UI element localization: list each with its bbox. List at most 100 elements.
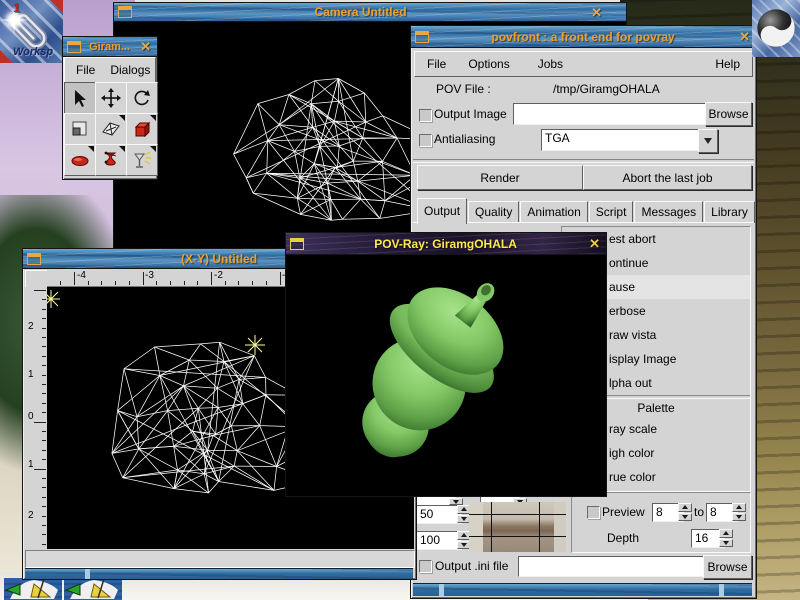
ruler-tick <box>101 281 102 285</box>
close-icon[interactable]: ✕ <box>591 6 602 19</box>
ruler-tick <box>42 346 46 347</box>
xy-resize-bar[interactable] <box>25 568 413 579</box>
pov-file-value: /tmp/GiramgOHALA <box>553 82 660 96</box>
tab-script[interactable]: Script <box>589 201 634 223</box>
output-ini-checkbox[interactable] <box>419 560 432 573</box>
antialiasing-checkbox[interactable] <box>419 134 432 147</box>
close-icon[interactable]: ✕ <box>739 30 750 43</box>
ruler-label: -2 <box>214 270 223 281</box>
light-source-icon <box>47 290 60 308</box>
window-menu-icon[interactable] <box>290 238 304 250</box>
crop-guide-line[interactable] <box>469 536 566 537</box>
ruler-tick <box>34 290 46 291</box>
render-region-thumbnail[interactable] <box>469 502 566 552</box>
plane-icon <box>101 119 121 139</box>
giram-toolbox-window: Giram... ✕ File Dialogs <box>62 36 158 180</box>
render-button[interactable]: Render <box>417 165 583 190</box>
ruler-label: 2 <box>28 510 34 521</box>
tool-move-button[interactable] <box>95 82 127 114</box>
tab-library[interactable]: Library <box>704 201 755 223</box>
tool-select-button[interactable] <box>64 82 96 114</box>
crop-guide-line[interactable] <box>539 502 540 552</box>
region-start-input[interactable]: 50 <box>416 505 462 524</box>
browse-ini-button[interactable]: Browse <box>703 555 752 579</box>
preview-label: Preview <box>602 505 645 519</box>
ruler-tick <box>42 459 46 460</box>
povray-titlebar[interactable]: POV-Ray: GiramgOHALA ✕ <box>286 233 606 255</box>
pov-file-label: POV File : <box>436 82 491 96</box>
camera-titlebar[interactable]: Camera Untitled ✕ <box>114 3 626 22</box>
tab-output[interactable]: Output <box>417 198 467 224</box>
rotate-icon <box>132 88 152 108</box>
depth-spinner[interactable] <box>719 529 733 547</box>
output-ini-label: Output .ini file <box>435 559 508 573</box>
wharf-logo-button[interactable] <box>752 0 800 57</box>
povfront-resize-bar[interactable] <box>413 583 752 596</box>
window-menu-icon[interactable] <box>118 6 132 18</box>
toolbox-title: Giram... <box>85 41 134 53</box>
tool-box-button[interactable] <box>126 113 158 145</box>
region-end-input[interactable]: 100 <box>416 531 462 550</box>
output-ini-input[interactable] <box>518 556 708 577</box>
povray-window-title: POV-Ray: GiramgOHALA <box>308 237 583 251</box>
tab-quality[interactable]: Quality <box>468 201 519 223</box>
pager-corner-arrow-icon <box>0 50 13 63</box>
resize-grip[interactable] <box>439 584 444 596</box>
ruler-tick <box>42 328 46 329</box>
ruler-tick <box>42 318 46 319</box>
tool-scale-button[interactable] <box>64 113 96 145</box>
iconified-window-boat[interactable] <box>64 578 122 600</box>
ruler-tick <box>197 281 198 285</box>
resize-grip[interactable] <box>719 584 724 596</box>
tab-messages[interactable]: Messages <box>634 201 703 223</box>
preview-checkbox[interactable] <box>587 506 600 519</box>
resize-grip[interactable] <box>85 569 90 579</box>
chevron-down-icon <box>704 138 712 144</box>
window-menu-icon[interactable] <box>27 253 41 265</box>
render-output-viewport <box>286 255 606 496</box>
window-menu-icon[interactable] <box>415 31 429 43</box>
format-combo-input[interactable]: TGA <box>541 129 702 151</box>
browse-output-button[interactable]: Browse <box>705 102 752 126</box>
output-image-input[interactable] <box>513 103 711 125</box>
crop-guide-line[interactable] <box>469 514 566 515</box>
iconified-window-boat[interactable] <box>4 578 62 600</box>
tool-rotate-button[interactable] <box>126 82 158 114</box>
povray-render-window: POV-Ray: GiramgOHALA ✕ <box>285 232 607 497</box>
preview-to-spinner[interactable] <box>732 503 746 521</box>
close-icon[interactable]: ✕ <box>140 40 151 53</box>
tool-light-button[interactable] <box>126 144 158 176</box>
abort-button[interactable]: Abort the last job <box>583 165 752 190</box>
ruler-tick <box>252 281 253 285</box>
toolbox-menubar: File Dialogs <box>64 57 156 83</box>
preview-from-spinner[interactable] <box>678 503 692 521</box>
close-icon[interactable]: ✕ <box>589 237 600 250</box>
horizontal-scrollbar[interactable] <box>25 550 415 568</box>
crop-guide-line[interactable] <box>491 502 492 552</box>
ruler-tick <box>42 403 46 404</box>
ruler-tick <box>42 506 46 507</box>
desktop: Camera Untitled ✕ 1 Worksp Giram... ✕ Fi… <box>0 0 800 600</box>
toolbox-titlebar[interactable]: Giram... ✕ <box>63 37 157 57</box>
vertical-ruler: 321012 <box>25 287 48 549</box>
menu-file[interactable]: File <box>72 61 99 79</box>
workspace-pager[interactable]: 1 Worksp <box>0 0 63 63</box>
tool-plane-button[interactable] <box>95 113 127 145</box>
ruler-tick <box>156 281 157 285</box>
menu-help[interactable]: Help <box>711 55 744 73</box>
ruler-tick <box>42 309 46 310</box>
povfront-titlebar[interactable]: povfront : a front end for povray ✕ <box>411 26 756 48</box>
scale-icon <box>70 119 90 139</box>
window-menu-icon[interactable] <box>67 41 81 53</box>
menu-options[interactable]: Options <box>464 55 513 73</box>
menu-jobs[interactable]: Jobs <box>534 55 567 73</box>
output-image-checkbox[interactable] <box>419 109 432 122</box>
tool-disc-button[interactable] <box>64 144 96 176</box>
menu-dialogs[interactable]: Dialogs <box>106 61 154 79</box>
format-dropdown-button[interactable] <box>698 129 718 153</box>
menu-file[interactable]: File <box>423 55 450 73</box>
light-source-icon <box>245 335 265 355</box>
tool-lathe-button[interactable] <box>95 144 127 176</box>
tab-animation[interactable]: Animation <box>520 201 587 223</box>
ruler-tick <box>42 440 46 441</box>
